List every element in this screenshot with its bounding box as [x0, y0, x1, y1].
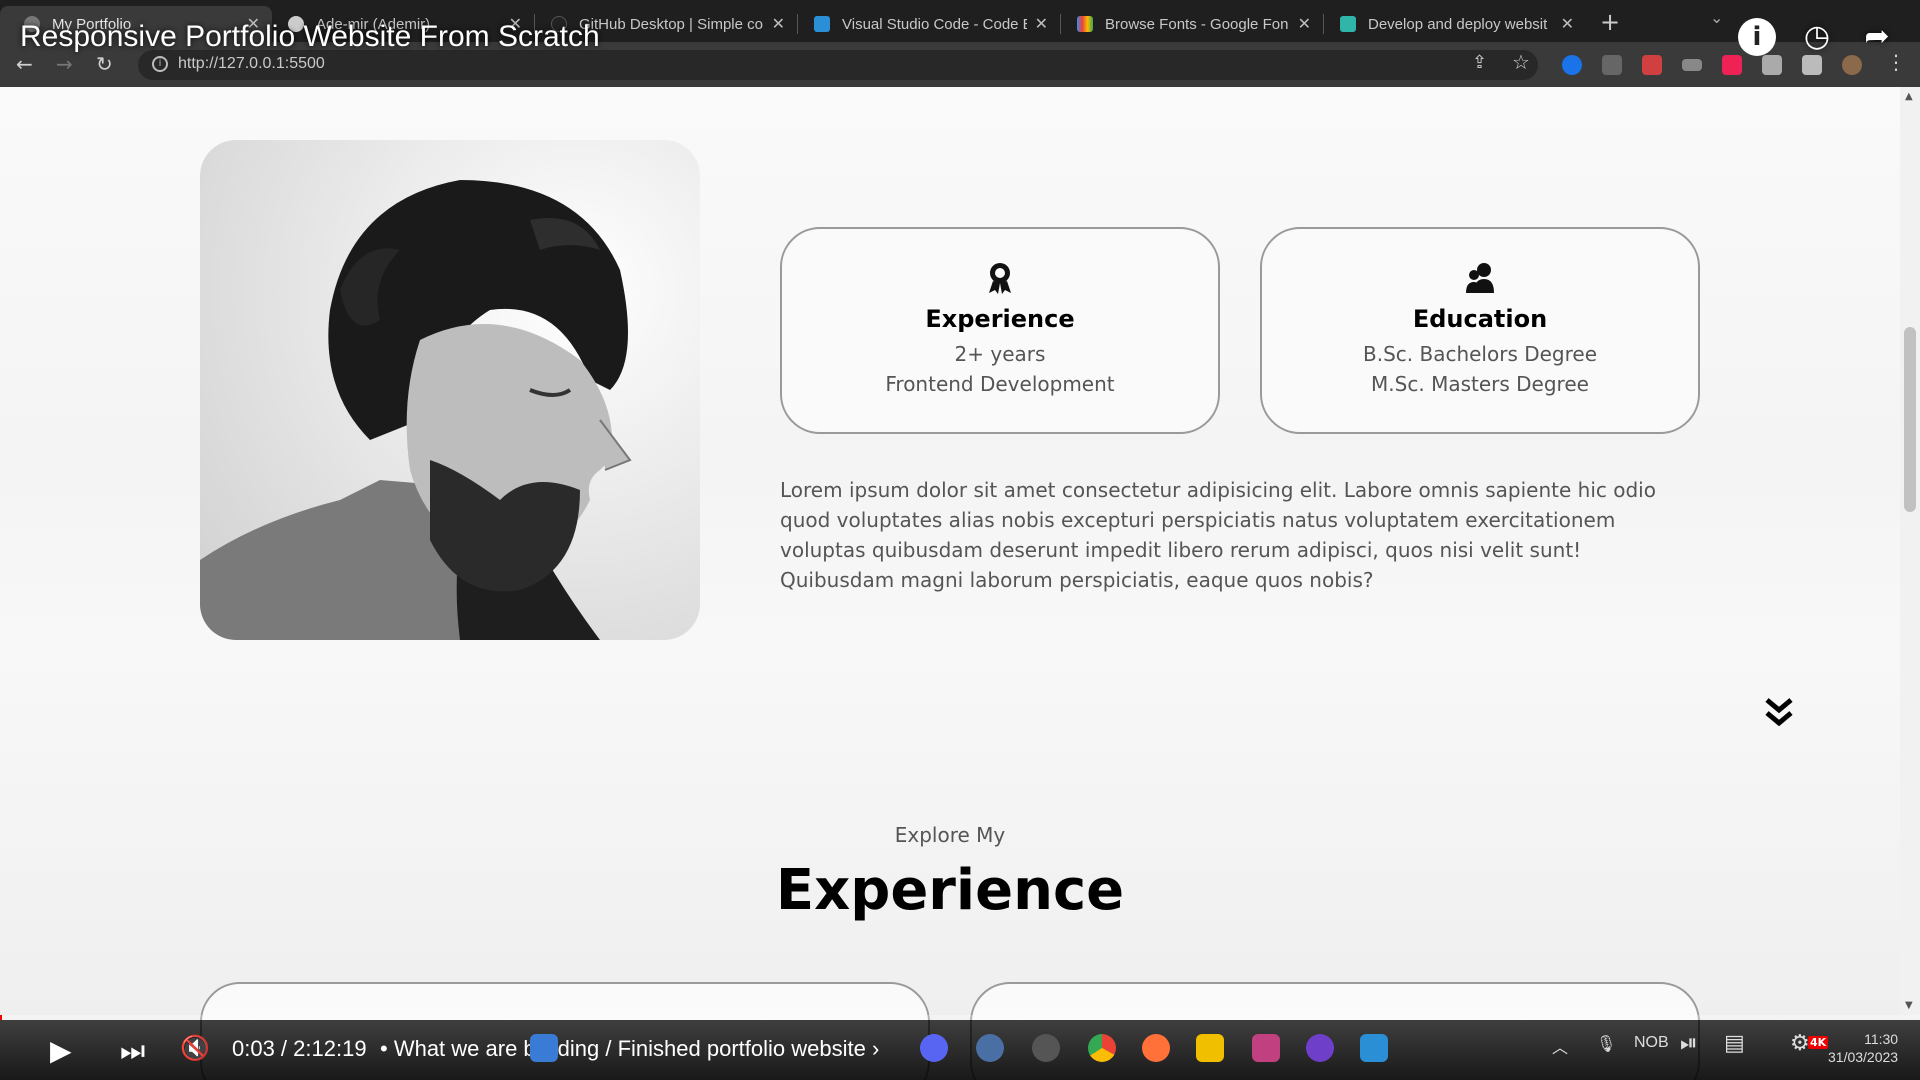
- tab-vscode[interactable]: Visual Studio Code - Code E ✕: [798, 6, 1060, 42]
- play-icon[interactable]: ▶: [50, 1034, 72, 1067]
- extension-icon[interactable]: [1642, 55, 1662, 75]
- next-icon[interactable]: ⏭: [120, 1034, 145, 1068]
- google-fonts-icon: [1077, 16, 1093, 32]
- extension-icon[interactable]: [1722, 55, 1742, 75]
- github-desktop-icon[interactable]: [1306, 1034, 1334, 1062]
- education-card: Education B.Sc. Bachelors Degree M.Sc. M…: [1260, 227, 1700, 434]
- card-line: B.Sc. Bachelors Degree: [1362, 342, 1598, 366]
- tray-chevron-icon[interactable]: ︿: [1552, 1034, 1568, 1058]
- tab-title: Develop and deploy websit: [1368, 15, 1548, 33]
- video-title[interactable]: Responsive Portfolio Website From Scratc…: [20, 20, 600, 54]
- obs-icon[interactable]: [1032, 1034, 1060, 1062]
- chapter-title[interactable]: • What we are building / Finished portfo…: [380, 1036, 879, 1062]
- card-line: Frontend Development: [885, 372, 1115, 396]
- puzzle-icon[interactable]: [1762, 55, 1782, 75]
- back-button[interactable]: ←: [16, 52, 33, 76]
- scroll-up-arrow-icon[interactable]: ▲: [1905, 91, 1913, 102]
- microphone-icon[interactable]: 🎙: [1596, 1034, 1616, 1054]
- bookmark-star-icon[interactable]: ☆: [1512, 50, 1530, 74]
- video-time: 0:03 / 2:12:19: [232, 1036, 367, 1061]
- app-icon[interactable]: [1252, 1034, 1280, 1062]
- close-icon[interactable]: ✕: [1035, 14, 1048, 34]
- vscode-icon: [814, 16, 830, 32]
- tab-title: Browse Fonts - Google Fon: [1105, 15, 1289, 33]
- extension-icon[interactable]: [1682, 59, 1702, 71]
- site-info-icon[interactable]: i: [152, 56, 168, 72]
- settings-gear-icon[interactable]: ⚙: [1790, 1030, 1810, 1056]
- scroll-down-arrow-icon[interactable]: ▼: [1905, 1000, 1913, 1011]
- chrome-icon[interactable]: [1088, 1034, 1116, 1062]
- firefox-icon[interactable]: [1142, 1034, 1170, 1062]
- screen: My Portfolio ✕ Ade-mir (Ademir) ✕ GitHub…: [0, 0, 1920, 1080]
- section-title: Experience: [775, 858, 1125, 923]
- netlify-icon: [1340, 16, 1356, 32]
- mute-icon[interactable]: 🔇: [180, 1034, 210, 1062]
- extension-icon[interactable]: [1602, 55, 1622, 75]
- tab-netlify[interactable]: Develop and deploy websit ✕: [1324, 6, 1586, 42]
- share-arrow-icon[interactable]: ➦: [1858, 18, 1896, 56]
- card-line: 2+ years: [954, 342, 1046, 366]
- new-tab-button[interactable]: +: [1600, 8, 1620, 36]
- tab-search-icon[interactable]: ⌄: [1710, 8, 1723, 27]
- users-icon: [1466, 263, 1494, 293]
- reload-button[interactable]: ↻: [96, 52, 113, 76]
- tab-title: GitHub Desktop | Simple co: [579, 15, 763, 33]
- tab-title: Visual Studio Code - Code E: [842, 15, 1027, 33]
- close-icon[interactable]: ✕: [1298, 14, 1311, 34]
- windows-start-icon[interactable]: [530, 1034, 558, 1062]
- scrollbar-thumb[interactable]: [1904, 327, 1916, 512]
- address-bar[interactable]: i http://127.0.0.1:5500: [138, 50, 1538, 80]
- extension-icon[interactable]: [1562, 55, 1582, 75]
- card-heading: Education: [1412, 305, 1548, 333]
- award-icon: [989, 263, 1011, 294]
- watch-later-icon[interactable]: ◷: [1798, 18, 1836, 56]
- card-heading: Experience: [925, 305, 1075, 333]
- experience-card: Experience 2+ years Frontend Development: [780, 227, 1220, 434]
- share-icon[interactable]: ⇪: [1472, 52, 1487, 73]
- folder-icon[interactable]: [1196, 1034, 1224, 1062]
- sidepanel-icon[interactable]: [1802, 55, 1822, 75]
- section-subtitle: Explore My: [894, 823, 1006, 847]
- discord-icon[interactable]: [920, 1034, 948, 1062]
- clock-time: 11:30: [1864, 1031, 1899, 1047]
- info-icon[interactable]: i: [1738, 18, 1776, 56]
- clock-date: 31/03/2023: [1828, 1049, 1899, 1065]
- close-icon[interactable]: ✕: [772, 14, 785, 34]
- profile-picture-drawing: [200, 180, 632, 640]
- about-paragraph: Lorem ipsum dolor sit amet consectetur a…: [780, 478, 1656, 592]
- double-chevron-down-icon[interactable]: [1762, 696, 1796, 730]
- chat-icon[interactable]: [976, 1034, 1004, 1062]
- quality-badge: 4K: [1808, 1036, 1829, 1049]
- keyboard-language[interactable]: NOB: [1634, 1034, 1669, 1052]
- autoplay-toggle-icon[interactable]: ⏯: [1680, 1030, 1698, 1056]
- close-icon[interactable]: ✕: [1561, 14, 1574, 34]
- card-line: M.Sc. Masters Degree: [1371, 372, 1589, 396]
- video-player-controls: ▶ ⏭ 🔇 0:03 / 2:12:19 • What we are build…: [0, 1020, 1920, 1080]
- vscode-icon[interactable]: [1360, 1034, 1388, 1062]
- page-scrollbar[interactable]: ▲ ▼: [1900, 87, 1920, 1020]
- subtitles-icon[interactable]: ▤: [1724, 1030, 1745, 1056]
- avatar[interactable]: [1842, 55, 1862, 75]
- profile-picture: [200, 140, 700, 640]
- taskbar-clock[interactable]: 11:30 31/03/2023: [1828, 1030, 1898, 1066]
- url-text: http://127.0.0.1:5500: [178, 55, 325, 72]
- forward-button[interactable]: →: [56, 52, 73, 76]
- tab-google-fonts[interactable]: Browse Fonts - Google Fon ✕: [1061, 6, 1323, 42]
